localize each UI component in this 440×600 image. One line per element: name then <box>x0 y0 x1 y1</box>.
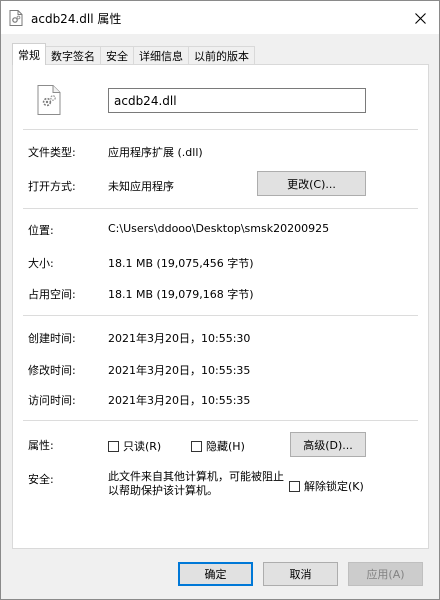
cancel-button[interactable]: 取消 <box>263 562 338 586</box>
opens-with-value: 未知应用程序 <box>108 180 174 193</box>
properties-dialog: acdb24.dll 属性 常规 数字签名 安全 详细信息 以前的版本 文件类型… <box>0 0 440 600</box>
security-message-line: 此文件来自其他计算机，可能被阻止 <box>108 470 284 483</box>
security-message-line: 以帮助保护该计算机。 <box>108 484 218 497</box>
accessed-label: 访问时间: <box>28 394 76 407</box>
security-message: 此文件来自其他计算机，可能被阻止 以帮助保护该计算机。 <box>108 470 284 498</box>
dll-file-icon <box>37 85 61 115</box>
tab-digital-signatures[interactable]: 数字签名 <box>45 46 101 65</box>
advanced-button[interactable]: 高级(D)... <box>290 432 366 457</box>
title-bar[interactable]: acdb24.dll 属性 <box>1 1 439 34</box>
created-value: 2021年3月20日，10:55:30 <box>108 332 251 345</box>
tab-previous-versions[interactable]: 以前的版本 <box>188 46 255 65</box>
location-label: 位置: <box>28 224 54 237</box>
divider <box>23 315 418 316</box>
close-icon <box>414 12 426 24</box>
unblock-checkbox[interactable]: 解除锁定(K) <box>289 478 364 494</box>
size-on-disk-value: 18.1 MB (19,079,168 字节) <box>108 288 254 301</box>
readonly-checkbox[interactable]: 只读(R) <box>108 438 161 454</box>
tab-general[interactable]: 常规 <box>12 43 46 65</box>
opens-with-label: 打开方式: <box>28 180 76 193</box>
change-button[interactable]: 更改(C)... <box>257 171 366 196</box>
file-name-input[interactable] <box>108 88 366 113</box>
divider <box>23 129 418 130</box>
unblock-label: 解除锁定(K) <box>304 480 364 493</box>
checkbox-box[interactable] <box>289 480 300 492</box>
window-title: acdb24.dll 属性 <box>31 12 122 26</box>
readonly-label: 只读(R) <box>123 440 162 453</box>
modified-label: 修改时间: <box>28 364 76 377</box>
location-value: C:\Users\ddooo\Desktop\smsk20200925 <box>108 222 330 235</box>
created-label: 创建时间: <box>28 332 76 345</box>
file-type-value: 应用程序扩展 (.dll) <box>108 146 203 159</box>
hidden-checkbox[interactable]: 隐藏(H) <box>191 438 245 454</box>
size-value: 18.1 MB (19,075,456 字节) <box>108 257 254 270</box>
general-panel: 文件类型: 应用程序扩展 (.dll) 打开方式: 未知应用程序 更改(C)..… <box>12 64 429 549</box>
divider <box>23 420 418 421</box>
checkbox-box[interactable] <box>108 440 119 452</box>
close-button[interactable] <box>409 7 431 29</box>
accessed-value: 2021年3月20日，10:55:35 <box>108 394 251 407</box>
divider <box>23 208 418 209</box>
tab-security[interactable]: 安全 <box>100 46 134 65</box>
ok-button[interactable]: 确定 <box>178 562 253 586</box>
modified-value: 2021年3月20日，10:55:35 <box>108 364 251 377</box>
tab-strip: 常规 数字签名 安全 详细信息 以前的版本 <box>12 43 255 65</box>
apply-button[interactable]: 应用(A) <box>348 562 423 586</box>
hidden-label: 隐藏(H) <box>206 440 245 453</box>
size-label: 大小: <box>28 257 54 270</box>
dll-file-icon <box>9 10 23 26</box>
file-type-label: 文件类型: <box>28 146 76 159</box>
tab-details[interactable]: 详细信息 <box>133 46 189 65</box>
security-label: 安全: <box>28 473 54 486</box>
size-on-disk-label: 占用空间: <box>28 288 76 301</box>
attributes-label: 属性: <box>28 439 54 452</box>
checkbox-box[interactable] <box>191 440 202 452</box>
